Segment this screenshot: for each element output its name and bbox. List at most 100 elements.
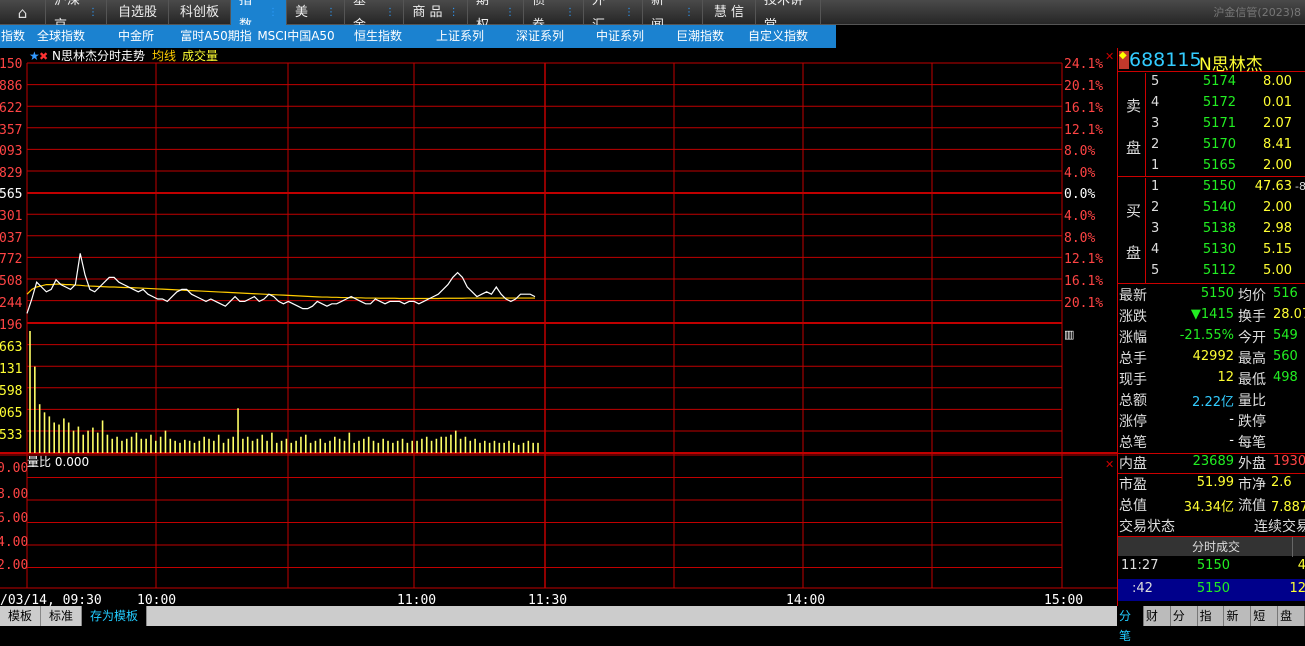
level: 1 xyxy=(1151,158,1160,173)
volume-axis-label: 533 xyxy=(0,428,22,443)
pct-axis-label: 12.1% xyxy=(1064,252,1103,267)
stat-label: 总笔 xyxy=(1119,435,1147,451)
stat-value: - xyxy=(1229,433,1234,448)
subnav-item-3[interactable]: 富时A50期指 xyxy=(176,25,256,48)
subnav-item-7[interactable]: 深证系列 xyxy=(500,25,580,48)
tab-4[interactable]: 新闻 xyxy=(1224,606,1252,643)
pct-axis-label: 8.0% xyxy=(1064,144,1095,159)
nav-item-10[interactable]: 新 闻⋮ xyxy=(643,0,703,33)
trade-state-value: 连续交易 xyxy=(1254,519,1305,535)
trade-state-label: 交易状态 xyxy=(1119,519,1175,535)
sell-row[interactable]: 4 5172 0.01 xyxy=(1118,95,1305,116)
valuation-label: 流值 xyxy=(1238,498,1266,514)
stat-row: 涨跌 ▼1415 换手 28.07 xyxy=(1118,306,1305,327)
subnav-item-8[interactable]: 中证系列 xyxy=(580,25,660,48)
tick-row[interactable]: :42 5150 12 xyxy=(1118,579,1305,601)
buy-row[interactable]: 4 5130 5.15 xyxy=(1118,242,1305,263)
nav-item-3[interactable]: 指 数⋮ xyxy=(231,0,287,33)
price: 5140 xyxy=(1202,200,1236,215)
volume: 8.41 xyxy=(1263,137,1292,152)
tab-1[interactable]: 财务 xyxy=(1144,606,1171,643)
quote-panel: ◆ 688115 N思林杰卖盘 5 5174 8.00 4 5172 0.01 3 5171 2.07… xyxy=(1117,48,1305,606)
subnav-item-10[interactable]: 自定义指数 xyxy=(740,25,816,48)
stat-label: 最高 xyxy=(1238,351,1266,367)
nav-item-12[interactable]: 技术讲堂 xyxy=(756,0,821,33)
chart-close-icon[interactable]: ✕ xyxy=(1105,50,1114,63)
time-axis-label: 11:00 xyxy=(397,593,436,606)
nav-item-5[interactable]: 基 金⋮ xyxy=(345,0,404,33)
sell-row[interactable]: 5 5174 8.00 xyxy=(1118,74,1305,95)
ratio-close-icon[interactable]: ✕ xyxy=(1105,458,1114,471)
tab-6[interactable]: 盘口 xyxy=(1278,606,1305,643)
stat-label: 换手 xyxy=(1238,309,1266,325)
template-tab-1[interactable]: 标准 xyxy=(41,606,83,626)
volume-axis-label: 663 xyxy=(0,340,22,355)
home-icon[interactable]: ⌂ xyxy=(0,0,46,25)
nav-item-4[interactable]: 港美英⋮ xyxy=(287,0,345,45)
template-tab-2[interactable]: 存为模板 xyxy=(82,606,148,626)
buy-row[interactable]: 2 5140 2.00 xyxy=(1118,200,1305,221)
price-axis-label: 622 xyxy=(0,101,22,116)
nav-item-label: 科创板 xyxy=(179,5,219,20)
license-text: 沪金信管(2023)8 xyxy=(1213,6,1301,19)
nav-item-1[interactable]: 自选股 xyxy=(107,0,169,25)
tab-3[interactable]: 指数 xyxy=(1198,606,1225,643)
outer-value: 1930 xyxy=(1273,454,1305,469)
sell-book: 卖盘 5 5174 8.00 4 5172 0.01 3 5171 2.07 2 5170 8.41 1 5… xyxy=(1118,73,1305,177)
chart-title: N思林杰分时走势 xyxy=(52,49,145,63)
buy-row[interactable]: 1 5150 47.63-8. xyxy=(1118,179,1305,200)
tick-volume: 12 xyxy=(1289,581,1305,596)
price-axis-label: 508 xyxy=(0,274,22,289)
nav-item-9[interactable]: 外 汇⋮ xyxy=(584,0,643,33)
close-icon[interactable]: ✖ xyxy=(39,50,48,63)
tick-row[interactable]: 11:27 5150 4 xyxy=(1118,556,1305,578)
subnav-item-2[interactable]: 中金所 xyxy=(96,25,176,48)
nav-item-8[interactable]: 债 券⋮ xyxy=(524,0,584,33)
buy-row[interactable]: 5 5112 5.00 xyxy=(1118,263,1305,284)
bars-icon[interactable]: ▥ xyxy=(1064,328,1074,341)
pct-axis-label: 0.0% xyxy=(1064,187,1095,202)
ticks-header-divider xyxy=(1292,537,1293,557)
subnav-item-9[interactable]: 巨潮指数 xyxy=(660,25,740,48)
more-dots-icon: ⋮ xyxy=(88,7,98,18)
tab-0[interactable]: 分笔 xyxy=(1117,606,1144,643)
volume-legend: 成交量 xyxy=(182,48,218,63)
ratio-axis-label: 0.00 xyxy=(0,461,28,476)
nav-item-0[interactable]: 沪深京⋮ xyxy=(46,0,107,33)
sell-row[interactable]: 1 5165 2.00 xyxy=(1118,158,1305,179)
stat-value: 560 xyxy=(1273,349,1298,364)
template-tab-0[interactable]: 模板 xyxy=(0,606,42,626)
sell-row[interactable]: 2 5170 8.41 xyxy=(1118,137,1305,158)
buy-row[interactable]: 3 5138 2.98 xyxy=(1118,221,1305,242)
subnav-item-0[interactable]: 指数 xyxy=(0,25,26,48)
sell-row[interactable]: 3 5171 2.07 xyxy=(1118,116,1305,137)
pct-axis-label: 4.0% xyxy=(1064,166,1095,181)
pct-axis-label: 16.1% xyxy=(1064,274,1103,289)
stock-header: ◆ 688115 N思林杰 xyxy=(1118,48,1305,75)
volume: 2.00 xyxy=(1263,158,1292,173)
volume: 5.00 xyxy=(1263,263,1292,278)
nav-item-2[interactable]: 科创板 xyxy=(169,0,231,25)
pct-axis-label: 12.1% xyxy=(1064,123,1103,138)
volume-axis-label: 065 xyxy=(0,406,22,421)
price: 5170 xyxy=(1202,137,1236,152)
stat-row: 总手 42992 最高 560 xyxy=(1118,348,1305,369)
subnav-item-5[interactable]: 恒生指数 xyxy=(336,25,420,48)
volume: 2.00 xyxy=(1263,200,1292,215)
volume-ratio-label: 量比 0.000 xyxy=(27,455,89,469)
subnav-item-1[interactable]: 全球指数 xyxy=(26,25,96,48)
nav-item-6[interactable]: 商 品 ⋮ xyxy=(404,0,468,25)
more-dots-icon: ⋮ xyxy=(624,7,634,18)
level: 5 xyxy=(1151,74,1160,89)
subnav-item-4[interactable]: MSCI中国A50 xyxy=(256,25,336,48)
inner-value: 23689 xyxy=(1192,454,1234,469)
inner-label: 内盘 xyxy=(1119,456,1147,472)
subnav-item-6[interactable]: 上证系列 xyxy=(420,25,500,48)
price-axis-label: 093 xyxy=(0,144,22,159)
tab-5[interactable]: 短线 xyxy=(1251,606,1279,643)
nav-item-7[interactable]: 期 权⋮ xyxy=(468,0,524,33)
tab-2[interactable]: 分价 xyxy=(1171,606,1198,643)
stat-label: 总额 xyxy=(1119,393,1147,409)
nav-item-11[interactable]: 慧 信 xyxy=(703,0,756,25)
buy-book: 买盘1515047.63-8.251402.00351382.98451305.… xyxy=(1118,178,1305,284)
